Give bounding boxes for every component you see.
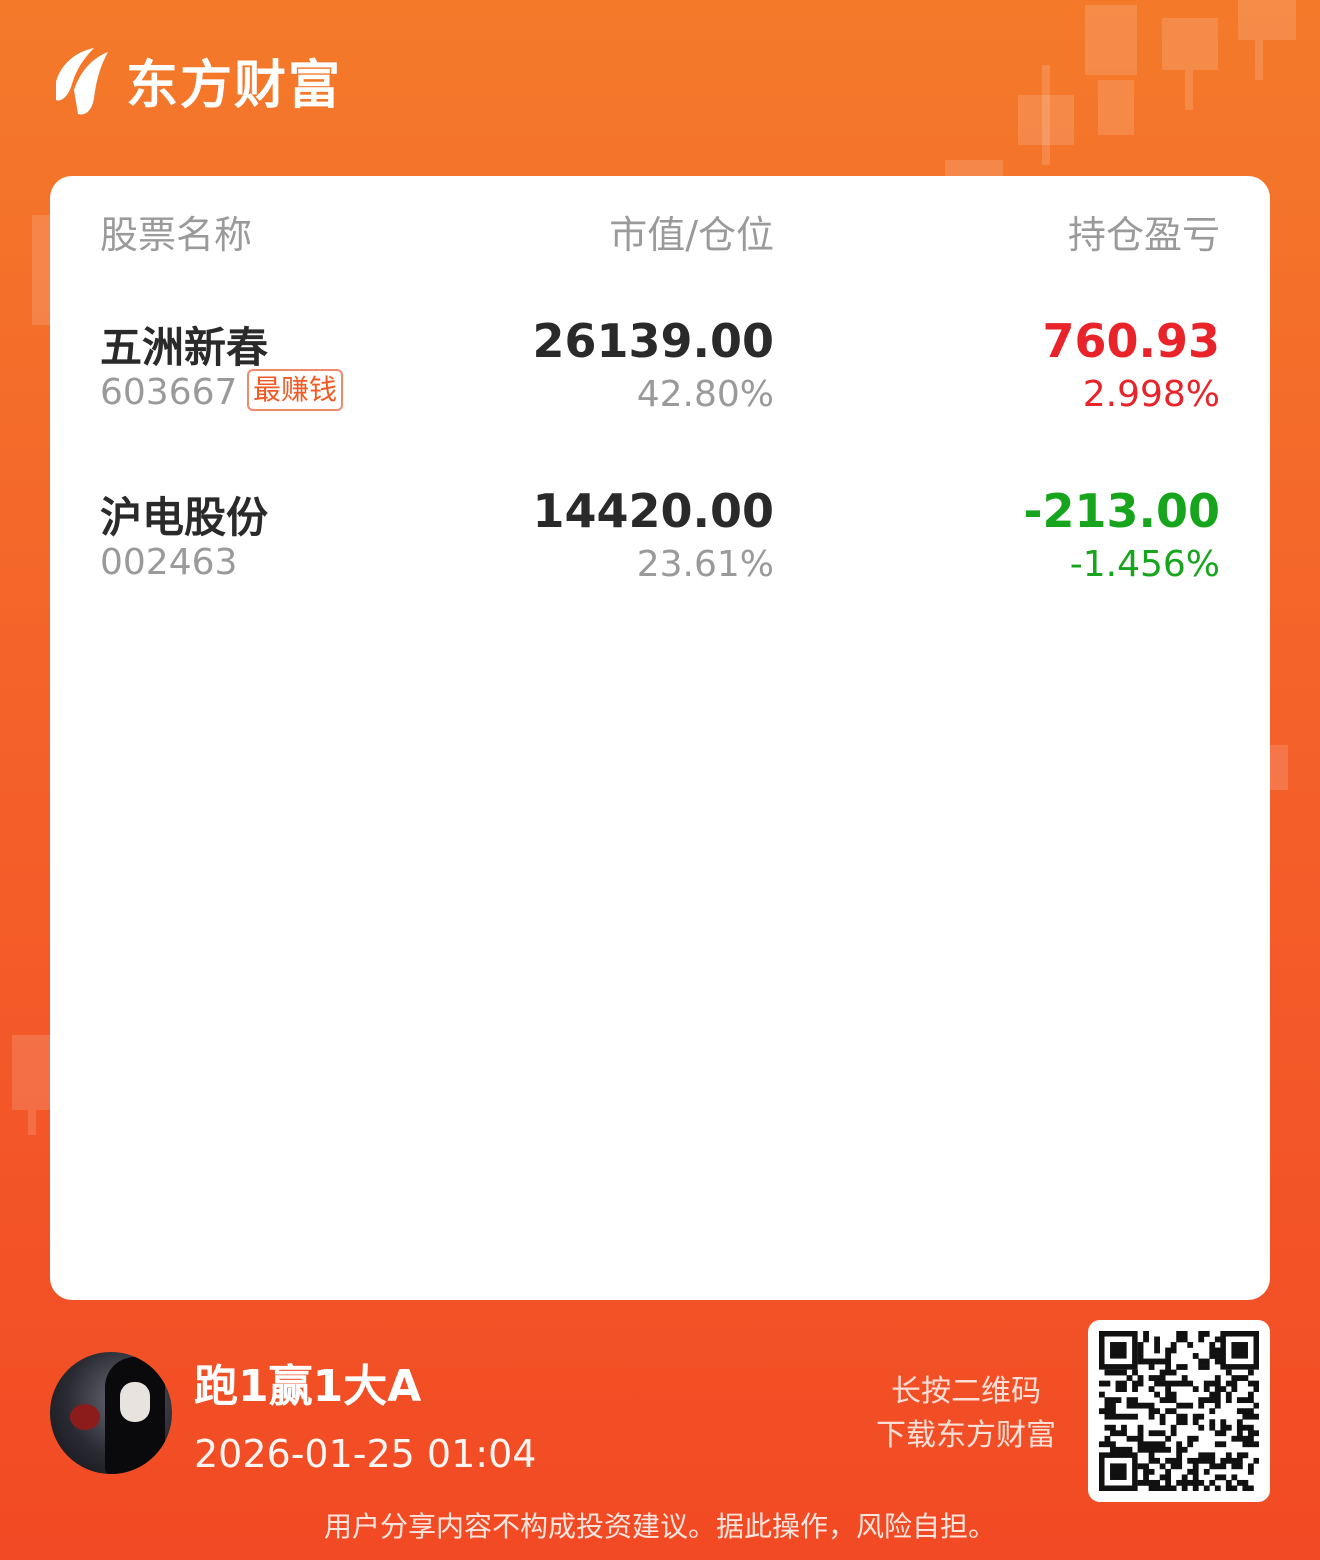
avatar[interactable] — [50, 1352, 172, 1474]
col-header-pl: 持仓盈亏 — [1067, 213, 1220, 257]
qr-hint: 长按二维码 下载东方财富 — [876, 1370, 1056, 1458]
best-earner-badge: 最赚钱 — [247, 369, 344, 411]
qr-code-icon — [1099, 1331, 1260, 1492]
share-timestamp: 2026-01-25 01:04 — [194, 1432, 537, 1476]
profit-loss-rate: 2.998% — [1082, 374, 1220, 415]
user-info: 跑1赢1大A 2026-01-25 01:04 — [50, 1350, 536, 1476]
market-value: 26139.00 — [532, 314, 774, 368]
decor-candle — [1042, 65, 1050, 165]
table-row[interactable]: 沪电股份 002463 14420.00 23.61% -213.00 -1.4… — [50, 484, 1270, 624]
table-row[interactable]: 五洲新春 603667 最赚钱 26139.00 42.80% 760.93 2… — [50, 314, 1270, 454]
decor-candle — [28, 1110, 36, 1135]
decor-candle — [1085, 5, 1137, 75]
market-value: 14420.00 — [532, 484, 774, 538]
brand-logo-icon — [56, 48, 108, 115]
header: 东方财富 — [50, 40, 342, 120]
stock-code: 603667 — [100, 372, 238, 413]
col-header-value: 市值/仓位 — [609, 213, 774, 257]
decor-candle — [1098, 80, 1134, 135]
decor-candle — [945, 160, 1003, 176]
brand-name: 东方财富 — [126, 55, 343, 116]
qr-code[interactable] — [1088, 1320, 1270, 1502]
profit-loss: 760.93 — [1042, 314, 1220, 368]
decor-candle — [32, 215, 50, 325]
stock-code: 002463 — [100, 542, 238, 583]
disclaimer: 用户分享内容不构成投资建议。据此操作，风险自担。 — [323, 1510, 996, 1543]
decor-candle — [1270, 745, 1288, 790]
decor-candle — [1162, 18, 1218, 70]
stock-name: 沪电股份 — [100, 493, 269, 542]
decor-candle — [1185, 70, 1193, 110]
decor-candle — [1238, 0, 1296, 40]
decor-candle — [1255, 40, 1263, 80]
decor-candle — [12, 1035, 50, 1110]
qr-hint-line1: 长按二维码 — [891, 1374, 1041, 1409]
holdings-card: 股票名称 市值/仓位 持仓盈亏 五洲新春 603667 最赚钱 26139.00… — [50, 176, 1270, 1300]
position-ratio: 42.80% — [636, 374, 774, 415]
qr-hint-line2: 下载东方财富 — [876, 1418, 1056, 1453]
profit-loss-rate: -1.456% — [1069, 544, 1220, 585]
position-ratio: 23.61% — [636, 544, 774, 585]
col-header-name: 股票名称 — [100, 213, 253, 257]
profit-loss: -213.00 — [1023, 484, 1220, 538]
username: 跑1赢1大A — [194, 1361, 422, 1412]
stock-name: 五洲新春 — [100, 323, 269, 372]
